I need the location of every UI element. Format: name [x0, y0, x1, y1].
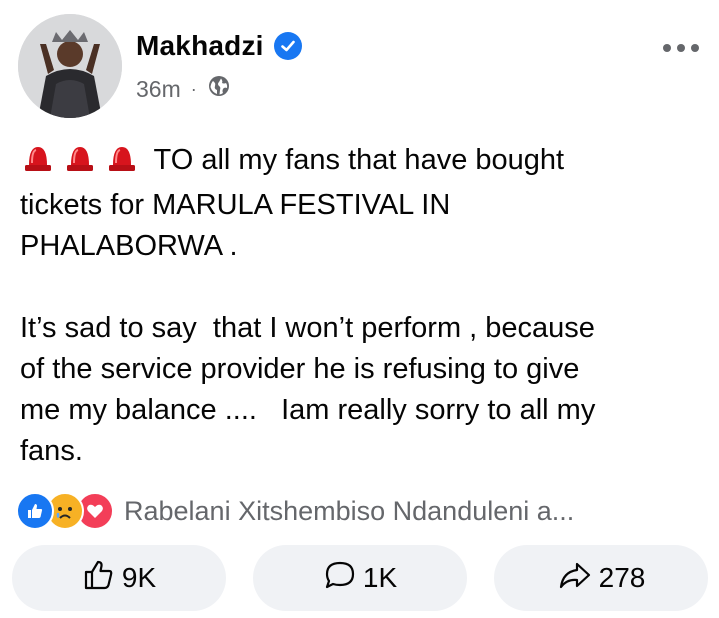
reactions-summary[interactable]: Rabelani Xitshembiso Ndanduleni a...	[16, 492, 574, 530]
siren-emoji-icon	[104, 141, 140, 185]
verified-badge-icon	[273, 32, 302, 60]
share-button[interactable]: 278	[494, 545, 708, 611]
reaction-icons	[16, 492, 114, 530]
like-reaction-icon	[16, 492, 54, 530]
share-count: 278	[598, 562, 646, 593]
comment-count: 1K	[362, 562, 398, 593]
post-line-4: It’s sad to say that I won’t perform , b…	[20, 312, 595, 344]
post-line-2: tickets for MARULA FESTIVAL IN	[20, 189, 451, 221]
globe-icon[interactable]	[207, 74, 231, 104]
post-line-6: me my balance .... Iam really sorry to a…	[20, 394, 596, 426]
post-timestamp[interactable]: 36m	[136, 76, 181, 103]
post-text: TO all my fans that have bought	[153, 144, 565, 176]
siren-emoji-icon	[20, 141, 56, 185]
post-body: TO all my fans that have bought tickets …	[20, 140, 700, 472]
post-blank-line	[20, 267, 700, 308]
meta-separator: ·	[190, 78, 197, 99]
siren-emoji-icon	[62, 141, 98, 185]
like-count: 9K	[121, 562, 157, 593]
thumbs-up-icon	[82, 558, 116, 599]
like-button[interactable]: 9K	[12, 545, 226, 611]
post-line-7: fans.	[20, 435, 83, 467]
author-name[interactable]: Makhadzi	[136, 30, 264, 62]
reaction-names[interactable]: Rabelani Xitshembiso Ndanduleni a...	[124, 496, 574, 527]
author-row: Makhadzi	[136, 30, 302, 62]
more-options-icon[interactable]	[663, 44, 699, 52]
post-line-3: PHALABORWA .	[20, 230, 238, 262]
comment-button[interactable]: 1K	[253, 545, 467, 611]
post-meta: 36m ·	[136, 74, 231, 104]
comment-icon	[323, 558, 357, 599]
author-avatar[interactable]	[18, 14, 122, 118]
action-bar: 9K 1K 278	[12, 545, 708, 611]
share-icon	[557, 558, 593, 599]
post-line-5: of the service provider he is refusing t…	[20, 353, 580, 385]
post-line-1: TO all my fans that have bought	[20, 140, 700, 185]
facebook-post: Makhadzi 36m · TO all my fans that have …	[0, 0, 719, 618]
